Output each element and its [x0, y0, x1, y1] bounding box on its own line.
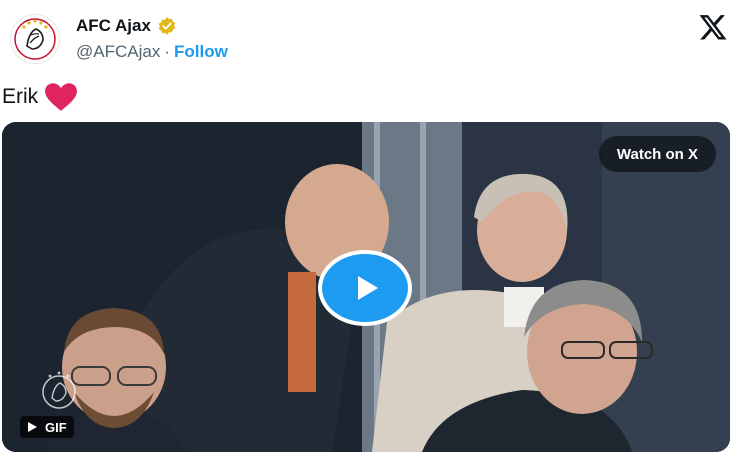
author-handle[interactable]: @AFCAjax — [76, 42, 160, 62]
verified-gold-badge-icon — [158, 17, 176, 35]
author-avatar[interactable] — [10, 14, 60, 64]
handle-row: @AFCAjax · Follow — [76, 42, 228, 62]
author-name-row: AFC Ajax — [76, 16, 177, 36]
ajax-watermark-icon — [42, 371, 76, 409]
tweet-body: Erik — [2, 85, 39, 108]
tweet-text: Erik — [2, 82, 78, 112]
media-container[interactable]: Watch on X GIF — [2, 122, 730, 452]
follow-button[interactable]: Follow — [174, 42, 228, 62]
red-heart-icon — [45, 83, 78, 111]
separator-dot: · — [164, 42, 170, 61]
play-button[interactable] — [318, 250, 412, 326]
gif-badge[interactable]: GIF — [20, 416, 74, 438]
watch-on-x-button[interactable]: Watch on X — [598, 136, 716, 172]
tweet-card: AFC Ajax @AFCAjax · Follow Erik Watch on… — [0, 0, 750, 460]
play-small-icon — [28, 422, 37, 432]
author-name[interactable]: AFC Ajax — [76, 16, 151, 36]
play-icon — [358, 276, 378, 300]
ajax-crest-icon — [14, 18, 56, 60]
x-logo-icon[interactable] — [698, 12, 728, 42]
gif-label: GIF — [45, 419, 67, 435]
